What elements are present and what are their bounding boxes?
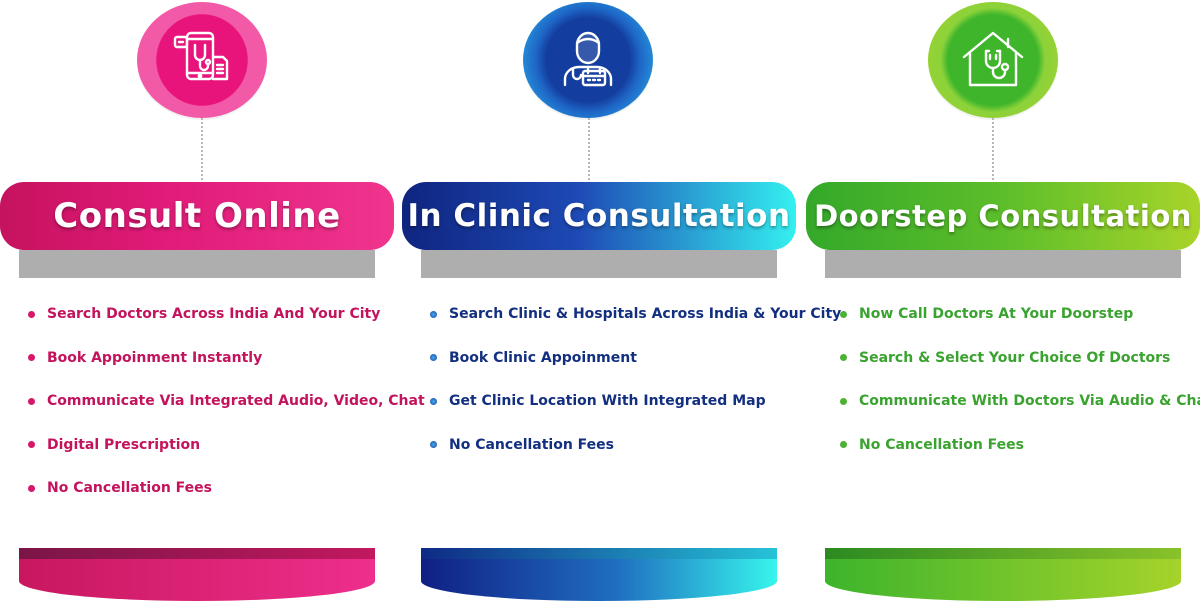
mobile-stethoscope-icon — [137, 2, 267, 118]
doorstep-consultation-card: Doorstep Consultation Now Call Doctors A… — [806, 0, 1200, 601]
bullet-icon — [430, 354, 437, 361]
card-title: In Clinic Consultation — [407, 198, 791, 234]
banner-shadow — [19, 250, 375, 278]
card-base — [421, 559, 777, 601]
list-item: Search Doctors Across India And Your Cit… — [28, 303, 398, 325]
bullet-icon — [840, 310, 847, 318]
card-banner: In Clinic Consultation — [402, 182, 796, 250]
list-item: No Cancellation Fees — [840, 434, 1200, 456]
list-item: Book Clinic Appoinment — [430, 347, 800, 369]
feature-list: Search Doctors Across India And Your Cit… — [28, 303, 425, 521]
connector-line — [201, 118, 203, 180]
in-clinic-consultation-card: In Clinic Consultation Search Clinic & H… — [402, 0, 841, 601]
card-base-rim — [825, 548, 1181, 559]
bullet-icon — [28, 441, 35, 448]
bullet-icon — [28, 354, 35, 361]
list-item: Get Clinic Location With Integrated Map — [430, 390, 800, 412]
bullet-icon — [840, 397, 847, 405]
list-item: Now Call Doctors At Your Doorstep — [840, 303, 1200, 325]
list-item: No Cancellation Fees — [28, 477, 398, 499]
bullet-icon — [430, 397, 437, 405]
bullet-icon — [28, 310, 35, 318]
card-title: Consult Online — [53, 196, 341, 236]
bullet-icon — [430, 310, 437, 318]
list-item: Communicate With Doctors Via Audio & Cha… — [840, 390, 1200, 412]
feature-list: Search Clinic & Hospitals Across India &… — [430, 303, 841, 477]
bullet-icon — [28, 397, 35, 405]
list-item: Book Appoinment Instantly — [28, 347, 398, 369]
banner-shadow — [825, 250, 1181, 278]
card-banner: Doorstep Consultation — [806, 182, 1200, 250]
card-base — [825, 559, 1181, 601]
house-stethoscope-icon — [928, 2, 1058, 118]
card-base — [19, 559, 375, 601]
consult-online-card: Consult Online Search Doctors Across Ind… — [0, 0, 425, 601]
card-base-rim — [19, 548, 375, 559]
bullet-icon — [430, 441, 437, 448]
list-item: Communicate Via Integrated Audio, Video,… — [28, 390, 425, 412]
bullet-icon — [840, 441, 847, 448]
bullet-icon — [840, 354, 847, 361]
list-item: Digital Prescription — [28, 434, 398, 456]
connector-line — [588, 118, 590, 180]
list-item: Search & Select Your Choice Of Doctors — [840, 347, 1200, 369]
card-banner: Consult Online — [0, 182, 394, 250]
list-item: Search Clinic & Hospitals Across India &… — [430, 303, 841, 325]
card-title: Doorstep Consultation — [814, 199, 1192, 233]
banner-shadow — [421, 250, 777, 278]
doctor-calendar-icon — [523, 2, 653, 118]
feature-list: Now Call Doctors At Your Doorstep Search… — [840, 303, 1200, 477]
card-base-rim — [421, 548, 777, 559]
list-item: No Cancellation Fees — [430, 434, 800, 456]
connector-line — [992, 118, 994, 180]
bullet-icon — [28, 484, 35, 492]
